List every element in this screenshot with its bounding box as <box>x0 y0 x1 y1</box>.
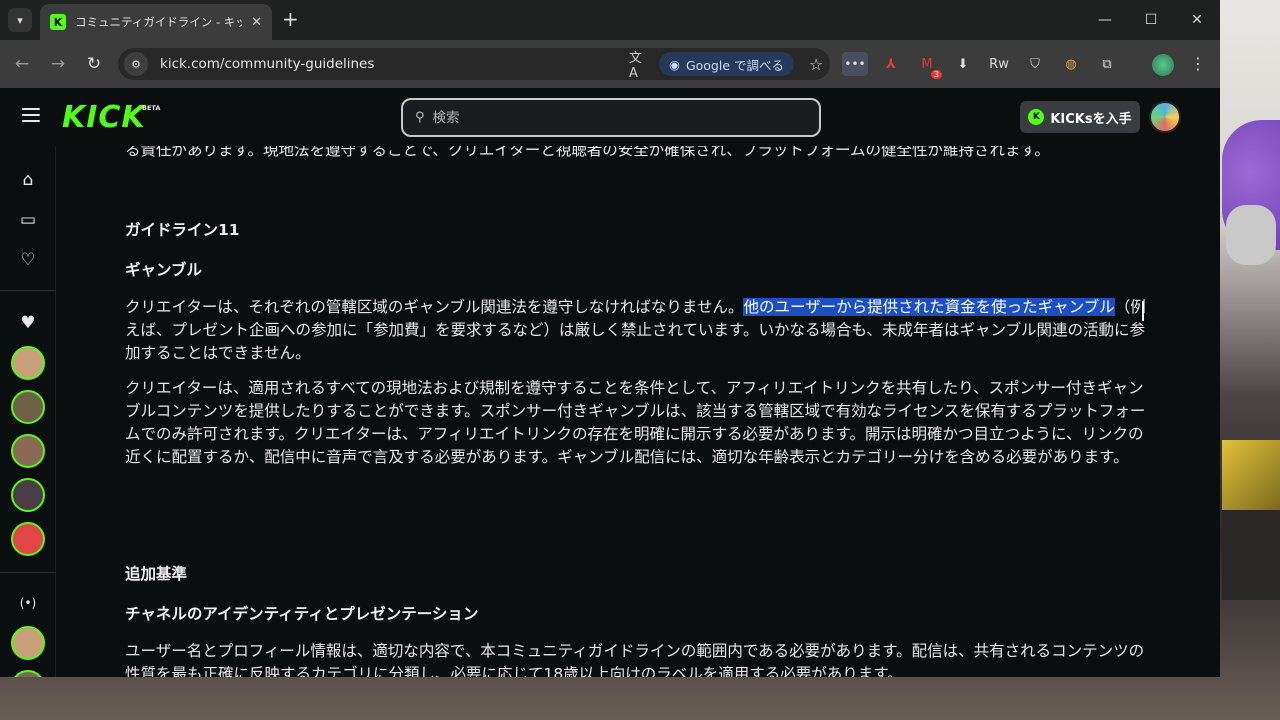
channel-avatar[interactable] <box>11 390 45 424</box>
browser-toolbar: ← → ↻ ⚙ kick.com/community-guidelines 文A… <box>0 40 1220 88</box>
search-input[interactable] <box>432 109 793 126</box>
guideline-subheading: チャネルのアイデンティティとプレゼンテーション <box>125 605 479 623</box>
kick-sidebar: ⌂ ▭ ♡ ♥ (•) <box>0 146 56 677</box>
following-heart-icon[interactable]: ♡ <box>16 248 40 272</box>
search-icon: ⚲ <box>415 110 425 125</box>
guideline-heading: 追加基準 <box>125 565 188 583</box>
close-tab-icon[interactable]: ✕ <box>251 15 262 30</box>
address-bar[interactable]: ⚙ kick.com/community-guidelines 文A ◉ Goo… <box>118 47 830 81</box>
live-broadcast-icon: (•) <box>19 596 37 610</box>
kicks-coin-icon: K <box>1028 109 1045 125</box>
desktop-object-dark <box>1222 510 1280 600</box>
minimize-button[interactable]: — <box>1082 0 1128 40</box>
user-avatar[interactable] <box>1149 101 1181 133</box>
browse-icon[interactable]: ▭ <box>16 208 40 232</box>
channel-avatar[interactable] <box>11 434 45 468</box>
channel-avatar[interactable] <box>11 522 45 556</box>
puzzle-extensions-icon[interactable]: ⧉ <box>1094 52 1120 76</box>
guideline-paragraph: クリエイターは、適用されるすべての現地法および規制を遵守することを条件として、ア… <box>125 379 1146 466</box>
tab-community-guidelines[interactable]: K コミュニティガイドライン - キックストリ ✕ <box>40 4 272 40</box>
window-controls: — ☐ ✕ <box>1082 0 1220 40</box>
bookmark-star-icon[interactable]: ☆ <box>802 55 830 74</box>
hamburger-menu-icon[interactable] <box>22 108 40 122</box>
channel-avatar[interactable] <box>11 626 45 660</box>
url-text[interactable]: kick.com/community-guidelines <box>160 56 629 72</box>
selected-text: 他のユーザーから提供された資金を使ったギャンブル <box>743 298 1115 316</box>
text-cursor <box>1141 301 1144 321</box>
extensions-row: ••• ⅄ M3 ⬇ Rw ⛉ ◍ ⧉ <box>842 52 1120 79</box>
followed-heart-icon: ♥ <box>20 313 36 333</box>
channel-avatar[interactable] <box>11 346 45 380</box>
pdf-extension-icon[interactable]: ⅄ <box>878 52 904 76</box>
get-kicks-button[interactable]: K KICKsを入手 <box>1020 101 1140 133</box>
maximize-button[interactable]: ☐ <box>1128 0 1174 40</box>
mail-extension-icon[interactable]: M3 <box>914 52 942 79</box>
guideline-paragraph: ユーザー名とプロフィール情報は、適切な内容で、本コミュニティガイドラインの範囲内… <box>125 642 1145 677</box>
channel-avatar[interactable] <box>11 670 45 677</box>
guideline-heading: ガイドライン11 <box>125 221 240 239</box>
sidebar-divider <box>0 572 56 573</box>
chevron-down-icon: ▾ <box>17 13 23 27</box>
browser-menu-icon[interactable]: ⋮ <box>1190 54 1206 73</box>
clipped-paragraph: る責任があります。現地法を遵守することで、クリエイターと視聴者の安全が確保され、… <box>125 146 1050 159</box>
bottle-extension-icon[interactable]: ◍ <box>1058 52 1084 76</box>
channel-avatar[interactable] <box>11 478 45 512</box>
tab-title: コミュニティガイドライン - キックストリ <box>75 15 243 29</box>
sidebar-divider <box>0 290 56 291</box>
kick-logo[interactable]: KICK <box>62 100 146 135</box>
guidelines-content: る責任があります。現地法を遵守することで、クリエイターと視聴者の安全が確保され、… <box>125 146 1155 677</box>
home-icon[interactable]: ⌂ <box>16 168 40 192</box>
rw-extension-icon[interactable]: Rw <box>986 52 1012 76</box>
guideline-subheading: ギャンブル <box>125 261 203 279</box>
shield-icon[interactable]: ⛉ <box>1022 52 1048 76</box>
search-box[interactable]: ⚲ <box>401 98 821 137</box>
browser-profile-avatar[interactable] <box>1152 54 1174 76</box>
kick-header: KICK BETA ⚲ K KICKsを入手 <box>0 88 1220 146</box>
mail-badge: 3 <box>930 70 942 79</box>
google-lens-button[interactable]: ◉ Google で調べる <box>659 52 794 76</box>
kick-favicon-icon: K <box>50 14 66 30</box>
get-kicks-label: KICKsを入手 <box>1050 111 1132 127</box>
paragraph-text: クリエイターは、それぞれの管轄区域のギャンブル関連法を遵守しなければなりません。 <box>125 298 744 316</box>
translate-icon[interactable]: 文A <box>629 47 649 81</box>
kick-page: KICK BETA ⚲ K KICKsを入手 ⌂ ▭ ♡ ♥ (•) <box>0 88 1220 677</box>
new-tab-button[interactable]: + <box>282 9 299 29</box>
desktop-object <box>1222 440 1280 510</box>
lens-icon: ◉ <box>669 56 680 72</box>
more-extension-icon[interactable]: ••• <box>842 52 868 76</box>
browser-window: ▾ K コミュニティガイドライン - キックストリ ✕ + — ☐ ✕ ← → … <box>0 0 1220 677</box>
forward-arrow-icon[interactable]: → <box>46 52 70 76</box>
download-icon[interactable]: ⬇ <box>950 52 976 76</box>
guideline-paragraph: クリエイターは、それぞれの管轄区域のギャンブル関連法を遵守しなければなりません。… <box>125 296 1153 365</box>
tab-search-button[interactable]: ▾ <box>8 8 32 32</box>
tab-strip: ▾ K コミュニティガイドライン - キックストリ ✕ + — ☐ ✕ <box>0 0 1220 40</box>
close-window-button[interactable]: ✕ <box>1174 0 1220 40</box>
plush-mask <box>1226 205 1276 265</box>
back-arrow-icon[interactable]: ← <box>10 52 34 76</box>
beta-label: BETA <box>142 104 161 112</box>
google-chip-label: Google で調べる <box>685 57 784 73</box>
reload-icon[interactable]: ↻ <box>82 52 106 76</box>
site-info-icon[interactable]: ⚙ <box>124 52 148 76</box>
